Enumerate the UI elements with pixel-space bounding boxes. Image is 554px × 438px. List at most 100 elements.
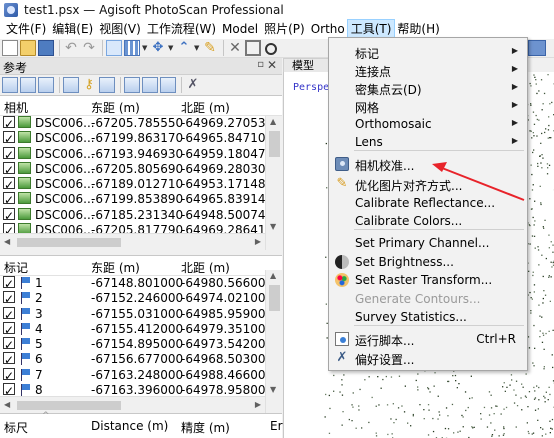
settings-tools-icon[interactable]: ✗: [185, 77, 201, 93]
column-header[interactable]: Er: [270, 419, 283, 433]
rotate-icon[interactable]: ⌃: [176, 40, 192, 56]
column-header[interactable]: 标尺: [4, 419, 28, 436]
scroll-right-icon[interactable]: ▶: [255, 237, 261, 246]
checkbox-checked-icon[interactable]: ✓: [3, 161, 15, 177]
select-pointer-icon[interactable]: [106, 40, 122, 56]
table-row[interactable]: ✓ DSC006... -67199.863170 -64965.847100: [0, 131, 282, 146]
checkbox-checked-icon[interactable]: ✓: [3, 352, 15, 367]
column-header[interactable]: 东距 (m): [91, 259, 140, 276]
menu-item[interactable]: Survey Statistics...: [330, 307, 526, 327]
tab-model[interactable]: 模型: [283, 58, 331, 72]
view-mode-icon[interactable]: [528, 40, 546, 56]
menu-view[interactable]: 视图(V): [96, 20, 144, 39]
new-document-icon[interactable]: [2, 40, 18, 56]
save-icon[interactable]: [38, 40, 54, 56]
export-icon[interactable]: [20, 77, 36, 93]
close-icon[interactable]: ✕: [267, 58, 277, 72]
clear-icon[interactable]: [38, 77, 54, 93]
menu-item[interactable]: Orthomosaic ▶: [330, 114, 526, 134]
checkbox-checked-icon[interactable]: ✓: [3, 276, 15, 291]
checkbox-checked-icon[interactable]: ✓: [3, 306, 15, 322]
menu-item[interactable]: 标记 ▶: [330, 42, 526, 62]
pin-icon[interactable]: ▫: [257, 59, 264, 70]
table-row[interactable]: ✓ DSC006... -67205.805690 -64969.280300: [0, 161, 282, 177]
undo-icon[interactable]: ↶: [63, 40, 79, 56]
column-header[interactable]: 北距 (m): [181, 259, 230, 276]
update-icon[interactable]: [99, 77, 115, 93]
table-row[interactable]: ✓ 2 -67152.246000 -64974.021000: [0, 291, 282, 306]
menu-item[interactable]: Set Brightness...: [330, 252, 526, 272]
menu-item[interactable]: 相机校准...: [330, 154, 526, 174]
chevron-down-icon[interactable]: ▼: [194, 40, 200, 56]
menu-item[interactable]: ✎ 优化图片对齐方式...: [330, 174, 526, 194]
menu-item[interactable]: ✗ 偏好设置...: [330, 348, 526, 368]
table-row[interactable]: ✓ 4 -67155.412000 -64979.351000: [0, 321, 282, 337]
view-errors-icon[interactable]: [160, 77, 176, 93]
menu-photos[interactable]: 照片(P): [261, 20, 308, 39]
scroll-thumb[interactable]: [269, 285, 280, 311]
vertical-scrollbar[interactable]: ▲ ▼: [265, 270, 282, 413]
redo-icon[interactable]: ↷: [81, 40, 97, 56]
column-header[interactable]: 标记: [4, 259, 28, 276]
menu-item[interactable]: Set Raster Transform...: [330, 270, 526, 290]
crop-icon[interactable]: [245, 40, 261, 56]
chevron-down-icon[interactable]: ▼: [168, 40, 174, 56]
table-row[interactable]: ✓ DSC006... -67189.012710 -64953.171480: [0, 177, 282, 192]
pencil-icon[interactable]: ✎: [202, 40, 218, 56]
menu-item[interactable]: Calibrate Reflectance...: [330, 193, 526, 213]
menu-item[interactable]: 密集点云(D) ▶: [330, 78, 526, 98]
zoom-icon[interactable]: [265, 43, 277, 55]
column-header[interactable]: 精度 (m): [181, 419, 230, 436]
key-icon[interactable]: ⚷: [81, 77, 97, 93]
scroll-left-icon[interactable]: ◀: [4, 237, 10, 246]
menu-edit[interactable]: 编辑(E): [49, 20, 96, 39]
checkbox-checked-icon[interactable]: ✓: [3, 207, 15, 223]
move-icon[interactable]: ✥: [150, 40, 166, 56]
checkbox-checked-icon[interactable]: ✓: [3, 291, 15, 306]
table-row[interactable]: ✓ DSC006... -67185.231340 -64948.500740: [0, 207, 282, 223]
scroll-down-icon[interactable]: ▼: [270, 385, 276, 394]
checkbox-checked-icon[interactable]: ✓: [3, 146, 15, 162]
open-folder-icon[interactable]: [20, 40, 36, 56]
table-row[interactable]: ✓ DSC006... -67205.785550 -64969.270530: [0, 116, 282, 131]
checkbox-checked-icon[interactable]: ✓: [3, 367, 15, 383]
scroll-up-icon[interactable]: ▲: [270, 271, 276, 280]
checkbox-checked-icon[interactable]: ✓: [3, 116, 15, 131]
table-row[interactable]: ✓ 3 -67155.031000 -64985.959000: [0, 306, 282, 322]
column-header[interactable]: Distance (m): [91, 419, 168, 433]
scroll-thumb[interactable]: [269, 131, 280, 157]
column-header[interactable]: 东距 (m): [91, 99, 140, 116]
menu-item[interactable]: Calibrate Colors...: [330, 211, 526, 231]
checkbox-checked-icon[interactable]: ✓: [3, 383, 15, 398]
checkbox-checked-icon[interactable]: ✓: [3, 192, 15, 207]
table-icon[interactable]: [63, 77, 79, 93]
scroll-left-icon[interactable]: ◀: [4, 400, 10, 409]
menu-item[interactable]: 网格 ▶: [330, 96, 526, 116]
column-header[interactable]: 相机: [4, 99, 28, 116]
vertical-scrollbar[interactable]: ▲ ▼: [265, 116, 282, 250]
checkbox-checked-icon[interactable]: ✓: [3, 177, 15, 192]
scroll-thumb[interactable]: [17, 401, 121, 410]
horizontal-scrollbar[interactable]: ◀ ▶: [0, 396, 265, 413]
menu-item[interactable]: 连接点 ▶: [330, 60, 526, 80]
checkbox-checked-icon[interactable]: ✓: [3, 131, 15, 146]
chevron-down-icon[interactable]: ▼: [142, 40, 148, 56]
scroll-thumb[interactable]: [17, 238, 121, 247]
table-row[interactable]: ✓ 6 -67156.677000 -64968.503000: [0, 352, 282, 367]
horizontal-scrollbar[interactable]: ◀ ▶: [0, 233, 265, 250]
menu-item[interactable]: Lens ▶: [330, 132, 526, 152]
menu-workflow[interactable]: 工作流程(W): [144, 20, 219, 39]
import-icon[interactable]: [2, 77, 18, 93]
view-source-icon[interactable]: [124, 77, 140, 93]
scroll-up-icon[interactable]: ▲: [270, 117, 276, 126]
checkbox-checked-icon[interactable]: ✓: [3, 321, 15, 337]
menu-item[interactable]: 运行脚本... Ctrl+R: [330, 329, 526, 349]
table-row[interactable]: ✓ 5 -67154.895000 -64973.542000: [0, 337, 282, 352]
scroll-right-icon[interactable]: ▶: [255, 400, 261, 409]
menu-item[interactable]: Set Primary Channel...: [330, 233, 526, 253]
rectangle-select-icon[interactable]: [124, 40, 140, 56]
delete-icon[interactable]: ✕: [227, 40, 243, 56]
table-row[interactable]: ✓ 1 -67148.801000 -64980.566000: [0, 276, 282, 291]
menu-model[interactable]: Model: [219, 20, 261, 39]
table-row[interactable]: ✓ DSC006... -67193.946930 -64959.180470: [0, 146, 282, 162]
